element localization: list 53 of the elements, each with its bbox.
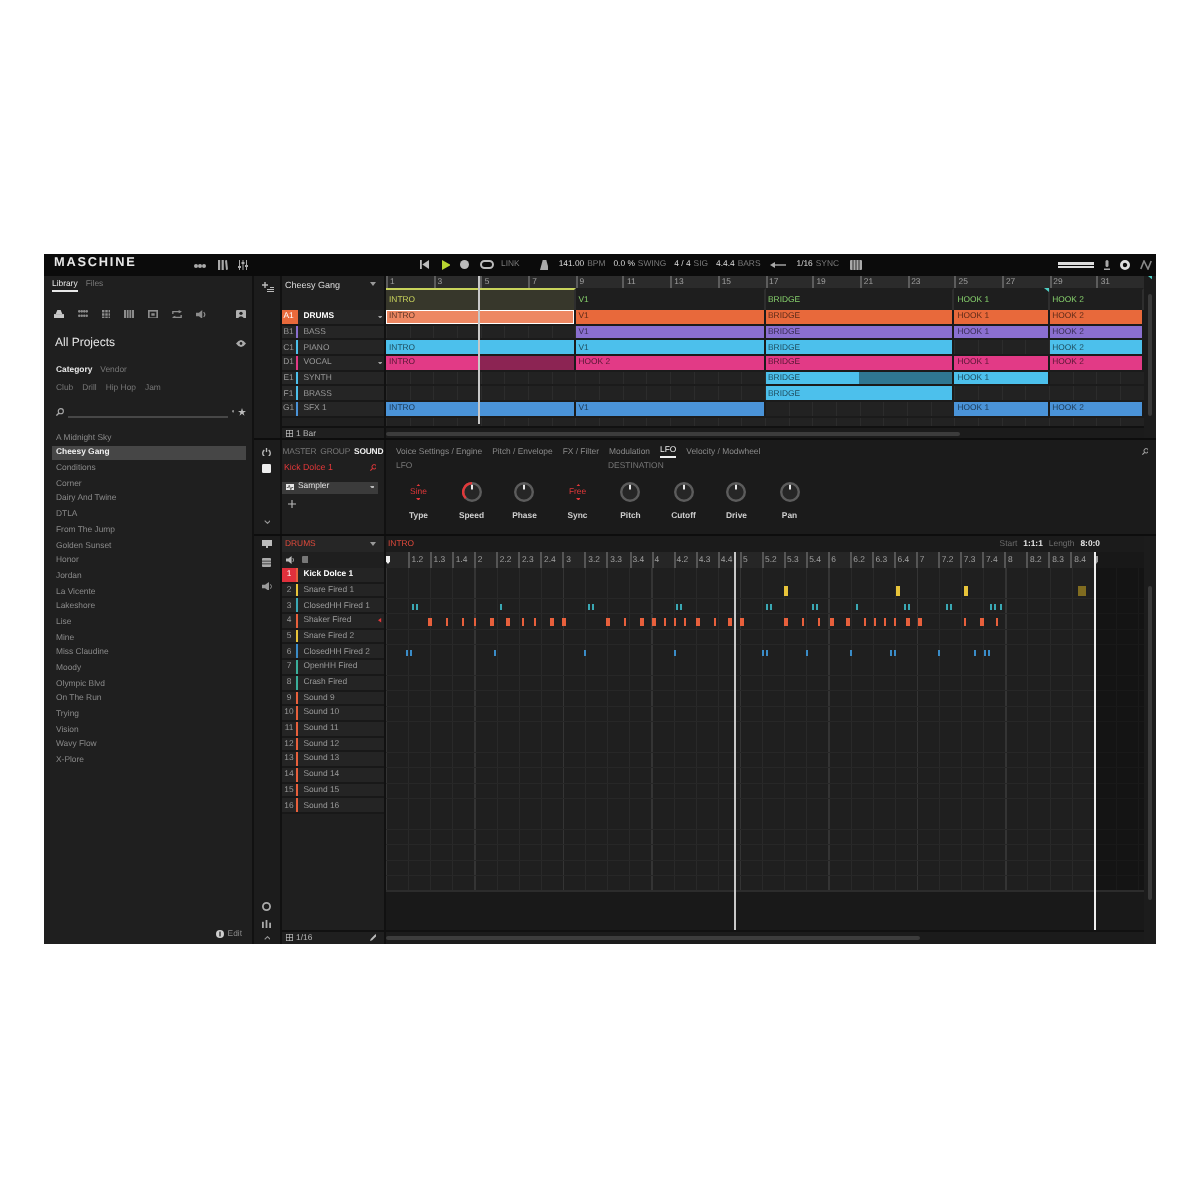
circle-icon[interactable] [262,902,272,911]
logo-icon [1140,260,1152,270]
loop-icon[interactable] [172,309,182,319]
settings-icon[interactable] [1120,260,1130,270]
caret-icon[interactable] [370,282,376,286]
monitor-icon[interactable] [262,539,272,548]
eye-icon[interactable] [236,340,246,348]
search-icon[interactable] [369,464,376,472]
plus-icon[interactable] [288,499,296,507]
power-icon[interactable] [262,447,272,456]
grid-icon[interactable] [101,309,110,319]
knob[interactable] [461,482,482,502]
search-icon[interactable] [56,408,64,416]
note-block [606,617,611,627]
panel-icon[interactable] [262,558,272,567]
grid-icon[interactable] [286,934,293,942]
microphone-icon[interactable] [1104,260,1110,270]
star-icon[interactable] [238,408,246,416]
knob[interactable] [673,482,694,502]
caret-icon[interactable] [370,542,376,546]
metronome-icon[interactable] [539,260,549,270]
plus-lines-icon[interactable] [261,282,273,292]
instrument-icon[interactable] [53,309,63,319]
frame-icon[interactable] [148,309,158,319]
play-icon[interactable] [441,260,450,270]
knob[interactable] [514,482,535,502]
knob[interactable] [620,482,641,502]
square-icon[interactable] [262,464,272,473]
knob[interactable] [779,482,800,502]
knob[interactable] [726,482,747,502]
note-block [1078,586,1086,596]
library-icon[interactable] [218,260,228,270]
skip-back-icon[interactable] [420,260,429,270]
grid-icon[interactable] [286,430,293,438]
loop-icon[interactable] [479,260,493,270]
note-block [784,617,789,627]
search-icon[interactable] [1141,448,1148,456]
speaker-icon[interactable] [285,556,293,564]
meter-icon [1058,261,1094,269]
keyboard-icon[interactable] [849,260,862,270]
pencil-icon[interactable] [369,934,376,942]
sampler-icon [286,483,294,491]
speaker-icon[interactable] [262,581,272,590]
keys-icon[interactable] [124,309,134,319]
scrollbar-thumb[interactable] [386,935,920,941]
bars-icon[interactable] [262,919,272,928]
circle-icon[interactable] [215,930,224,938]
scrollbar-thumb[interactable] [386,431,960,437]
mixer-icon[interactable] [238,260,248,270]
speaker-icon[interactable] [196,309,206,319]
record-icon[interactable] [460,260,469,270]
profile-icon[interactable] [236,309,246,319]
dots-icon[interactable] [77,310,87,318]
